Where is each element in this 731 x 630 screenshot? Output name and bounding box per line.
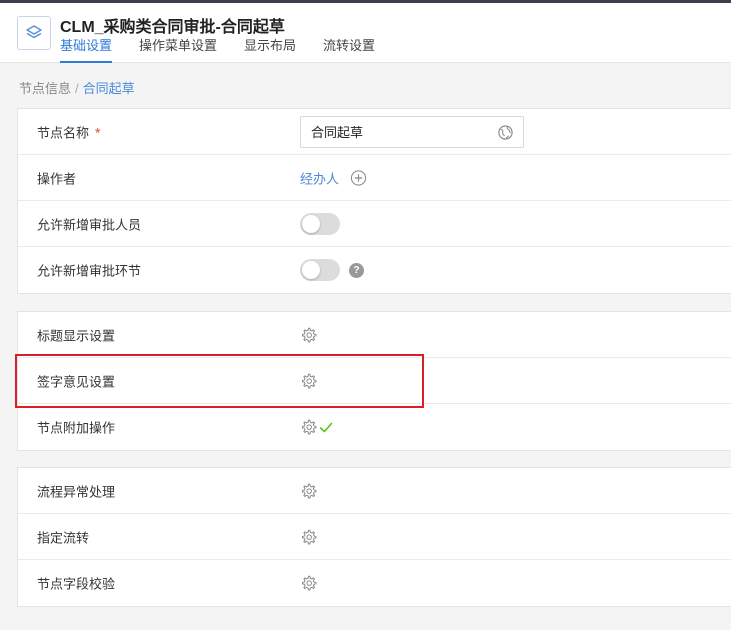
allow-add-approver-toggle[interactable] — [300, 212, 340, 235]
node-name-label: 节点名称 * — [37, 122, 100, 141]
page-header: CLM_采购类合同审批-合同起草 基础设置 操作菜单设置 显示布局 流转设置 — [0, 3, 731, 63]
node-extra-ops-label: 节点附加操作 — [37, 420, 116, 436]
node-name-label-text: 节点名称 — [37, 125, 90, 140]
gear-icon[interactable] — [300, 326, 317, 343]
toggle-knob — [302, 261, 320, 279]
layers-icon — [26, 25, 42, 39]
add-circle-icon[interactable] — [350, 169, 367, 186]
tab-operation-menu-settings[interactable]: 操作菜单设置 — [139, 38, 217, 63]
breadcrumb: 节点信息 / 合同起草 — [19, 78, 135, 97]
tab-basic-settings[interactable]: 基础设置 — [60, 38, 113, 63]
tab-bar: 基础设置 操作菜单设置 显示布局 流转设置 — [60, 38, 402, 63]
node-basic-panel: 节点名称 * 合同起草 操作者 经办人 允许新增审批人员 允许新增审批环节 ? — [17, 108, 731, 294]
field-validation-row: 节点字段校验 — [18, 560, 731, 606]
gear-icon[interactable] — [300, 372, 317, 389]
gear-icon[interactable] — [300, 482, 317, 499]
node-extra-ops-row: 节点附加操作 — [18, 404, 731, 450]
allow-add-approver-row: 允许新增审批人员 — [18, 201, 731, 247]
node-name-row: 节点名称 * 合同起草 — [18, 109, 731, 155]
flow-exception-row: 流程异常处理 — [18, 468, 731, 514]
title-display-label: 标题显示设置 — [37, 328, 116, 343]
gear-icon[interactable] — [300, 575, 317, 592]
tab-flow-settings[interactable]: 流转设置 — [323, 38, 375, 63]
breadcrumb-current: 合同起草 — [82, 81, 135, 96]
allow-add-step-toggle[interactable] — [300, 259, 340, 281]
breadcrumb-separator: / — [75, 81, 79, 96]
globe-icon[interactable] — [497, 124, 514, 141]
specified-flow-label: 指定流转 — [37, 530, 90, 545]
gear-icon[interactable] — [300, 528, 317, 545]
node-name-value: 合同起草 — [311, 125, 364, 140]
operator-row: 操作者 经办人 — [18, 155, 731, 201]
flow-exception-label: 流程异常处理 — [37, 484, 116, 499]
title-display-row: 标题显示设置 — [18, 312, 731, 358]
operator-label: 操作者 — [37, 171, 77, 186]
breadcrumb-parent[interactable]: 节点信息 — [19, 81, 71, 96]
operator-value-link[interactable]: 经办人 — [300, 168, 339, 187]
check-icon — [319, 422, 333, 432]
help-icon[interactable]: ? — [349, 262, 364, 278]
allow-add-approver-label: 允许新增审批人员 — [37, 217, 142, 232]
page-title: CLM_采购类合同审批-合同起草 — [60, 19, 285, 36]
app-logo — [17, 16, 51, 50]
required-mark: * — [95, 124, 101, 140]
gear-icon[interactable] — [300, 419, 317, 436]
signature-opinion-row: 签字意见设置 — [18, 358, 731, 404]
signature-opinion-label: 签字意见设置 — [37, 374, 116, 389]
node-name-input[interactable]: 合同起草 — [300, 115, 524, 148]
specified-flow-row: 指定流转 — [18, 514, 731, 560]
flow-settings-panel: 流程异常处理 指定流转 节点字段校验 — [17, 467, 731, 607]
tab-display-layout[interactable]: 显示布局 — [244, 38, 296, 63]
display-settings-panel: 标题显示设置 签字意见设置 节点附加操作 — [17, 311, 731, 451]
allow-add-step-label: 允许新增审批环节 — [37, 263, 142, 279]
toggle-knob — [302, 214, 320, 233]
allow-add-step-row: 允许新增审批环节 ? — [18, 247, 731, 293]
field-validation-label: 节点字段校验 — [37, 576, 116, 592]
